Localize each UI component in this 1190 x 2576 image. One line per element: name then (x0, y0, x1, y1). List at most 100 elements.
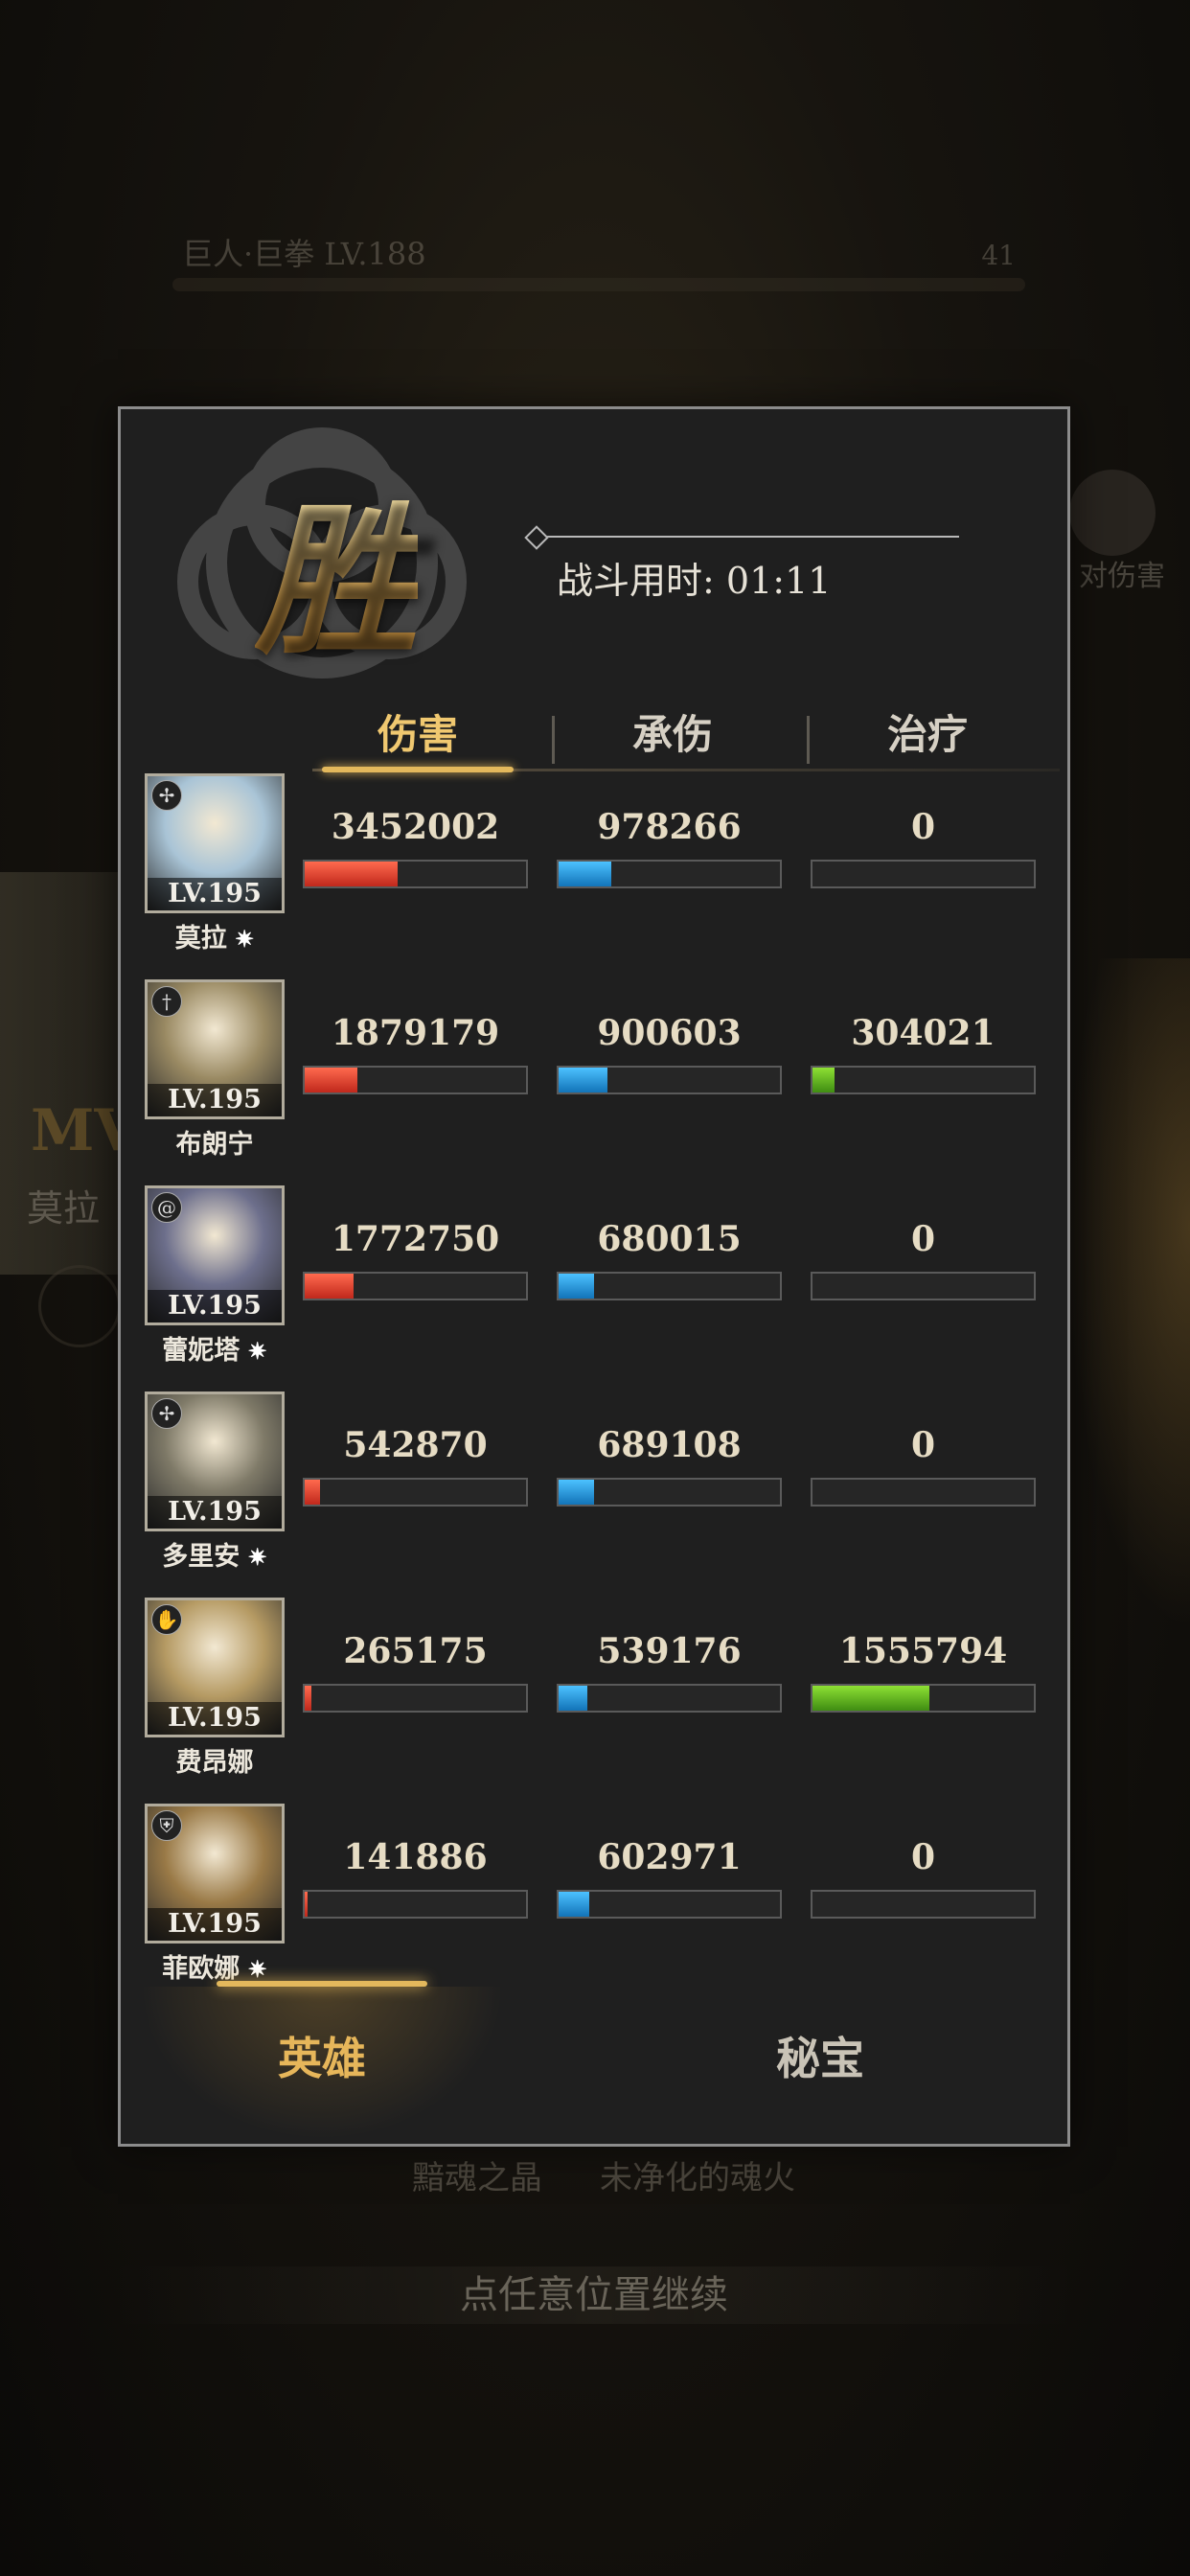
hero-name-line: 布朗宁 (145, 1123, 285, 1161)
heal-value: 0 (910, 807, 936, 847)
taken-bar (557, 1066, 782, 1094)
taken-bar-fill (559, 862, 612, 886)
damage-stat: 3452002 (303, 807, 528, 888)
hero-level: LV.195 (148, 1084, 282, 1116)
heal-bar-fill (812, 1686, 930, 1711)
taken-bar-fill (559, 1480, 594, 1505)
heal-bar (811, 860, 1036, 888)
reward-item-1: 黯魂之晶 (412, 2159, 542, 2197)
hero-name: 蕾妮塔 (162, 1336, 240, 1366)
victory-mark: 胜 (255, 486, 419, 678)
spiral-icon: @ (151, 1192, 182, 1223)
hero-level: LV.195 (148, 1290, 282, 1322)
title-divider (538, 536, 959, 538)
taken-value: 680015 (597, 1219, 742, 1259)
taken-stat: 978266 (557, 807, 782, 888)
sword-icon: † (151, 986, 182, 1017)
tab-active-indicator (322, 767, 514, 772)
battle-time: 战斗用时: 01:11 (557, 551, 831, 604)
boss-bar-track (172, 278, 1025, 291)
hero-name-line: 菲欧娜 ✷ (145, 1947, 285, 1985)
hero-name: 菲欧娜 (162, 1954, 240, 1984)
tab-taken[interactable]: 承伤 (548, 692, 797, 778)
taken-value: 539176 (597, 1631, 742, 1671)
hero-portrait[interactable]: @ LV.195 (145, 1185, 285, 1325)
taken-bar (557, 1478, 782, 1506)
damage-value: 265175 (343, 1631, 488, 1671)
taken-bar-fill (559, 1686, 588, 1711)
damage-bar-fill (305, 862, 399, 886)
damage-value: 1772750 (331, 1219, 500, 1259)
archer-icon: ✢ (151, 1398, 182, 1429)
hero-level: LV.195 (148, 878, 282, 910)
hand-icon: ✋ (151, 1604, 182, 1635)
bottom-tabs: 英雄 秘宝 (121, 1981, 1067, 2144)
hero-portrait[interactable]: † LV.195 (145, 979, 285, 1119)
damage-value: 542870 (343, 1425, 488, 1465)
taken-value: 689108 (597, 1425, 742, 1465)
heal-bar (811, 1890, 1036, 1919)
star-icon: ✷ (240, 1543, 267, 1571)
background-right-icon (1069, 470, 1156, 556)
heal-bar-fill (812, 1068, 835, 1092)
damage-bar (303, 1478, 528, 1506)
tab-heal[interactable]: 治疗 (803, 692, 1052, 778)
hero-row: ✢ LV.195 多里安 ✷ 542870 689108 0 (145, 1392, 1055, 1598)
tab-damage[interactable]: 伤害 (293, 692, 542, 778)
boss-health-bar: 巨人·巨拳 LV.188 41 (144, 230, 1025, 297)
hero-stats-list: ✢ LV.195 莫拉 ✷ 3452002 978266 0 † LV.195 … (145, 773, 1055, 2010)
heal-stat: 0 (811, 1425, 1036, 1506)
hero-name: 布朗宁 (175, 1130, 254, 1160)
damage-bar (303, 1684, 528, 1713)
hero-name-line: 多里安 ✷ (145, 1535, 285, 1573)
hero-level: LV.195 (148, 1702, 282, 1735)
hero-portrait[interactable]: ✢ LV.195 (145, 773, 285, 913)
taken-value: 900603 (597, 1013, 742, 1053)
background-glow (1065, 958, 1190, 1629)
taken-value: 978266 (597, 807, 742, 847)
damage-stat: 265175 (303, 1631, 528, 1713)
taken-bar (557, 860, 782, 888)
damage-bar-fill (305, 1480, 321, 1505)
heal-bar (811, 1684, 1036, 1713)
battle-time-label: 战斗用时: (557, 560, 715, 602)
damage-stat: 1772750 (303, 1219, 528, 1300)
taken-bar-fill (559, 1274, 594, 1299)
bottom-tab-indicator (217, 1981, 427, 1987)
tab-heroes[interactable]: 英雄 (178, 2024, 466, 2087)
heal-value: 0 (910, 1425, 936, 1465)
heal-bar (811, 1066, 1036, 1094)
tab-treasures[interactable]: 秘宝 (676, 2024, 964, 2087)
hero-name: 莫拉 (174, 924, 227, 954)
hero-portrait[interactable]: ⛨ LV.195 (145, 1804, 285, 1944)
reward-item-2: 未净化的魂火 (600, 2159, 795, 2197)
hero-row: † LV.195 布朗宁 1879179 900603 304021 (145, 979, 1055, 1185)
damage-stat: 542870 (303, 1425, 528, 1506)
hero-portrait[interactable]: ✋ LV.195 (145, 1598, 285, 1737)
damage-value: 141886 (343, 1837, 488, 1877)
damage-value: 3452002 (331, 807, 500, 847)
continue-hint[interactable]: 点任意位置继续 (115, 2266, 1073, 2324)
damage-value: 1879179 (331, 1013, 500, 1053)
damage-bar (303, 1272, 528, 1300)
heal-stat: 0 (811, 1837, 1036, 1919)
heal-stat: 0 (811, 1219, 1036, 1300)
taken-bar (557, 1890, 782, 1919)
hero-level: LV.195 (148, 1908, 282, 1941)
heal-bar (811, 1272, 1036, 1300)
title-divider-diamond (524, 525, 549, 550)
taken-bar-fill (559, 1068, 607, 1092)
damage-bar (303, 1066, 528, 1094)
heal-value: 0 (910, 1837, 936, 1877)
heal-value: 1555794 (838, 1631, 1008, 1671)
taken-bar (557, 1272, 782, 1300)
hero-name: 多里安 (162, 1542, 240, 1572)
hero-portrait[interactable]: ✢ LV.195 (145, 1392, 285, 1531)
taken-value: 602971 (597, 1837, 742, 1877)
damage-bar (303, 860, 528, 888)
stats-round-icon (38, 1265, 121, 1347)
hero-row: ✋ LV.195 费昂娜 265175 539176 1555794 (145, 1598, 1055, 1804)
heal-bar (811, 1478, 1036, 1506)
battle-stats-panel: 胜 战斗用时: 01:11 伤害 承伤 治疗 ✢ LV.195 莫拉 ✷ 345… (118, 406, 1070, 2147)
battle-time-value: 01:11 (725, 560, 832, 602)
